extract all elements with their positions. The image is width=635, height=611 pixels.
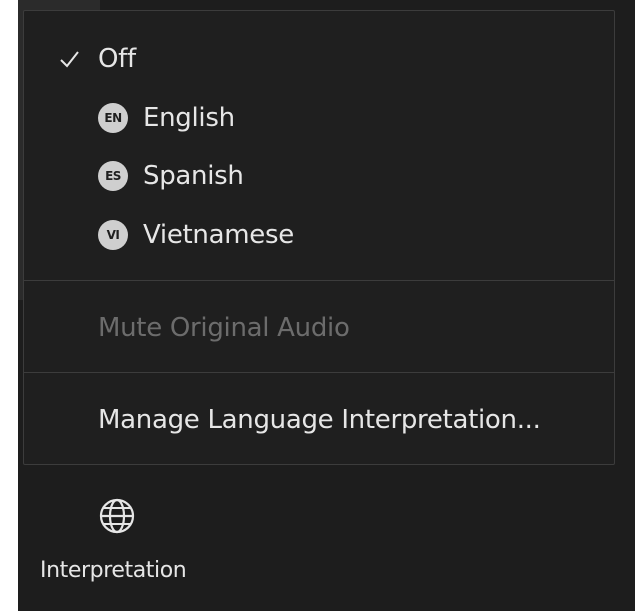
menu-item-label: Manage Language Interpretation... [98, 405, 541, 435]
language-badge: VI [98, 220, 128, 250]
menu-divider [24, 372, 614, 373]
menu-item-off[interactable]: Off [24, 34, 614, 84]
checkmark-icon [60, 51, 79, 68]
globe-icon [99, 498, 135, 534]
interpretation-button[interactable]: Interpretation [40, 488, 212, 598]
menu-item-english[interactable]: EN English [24, 93, 614, 143]
language-badge: ES [98, 161, 128, 191]
interpretation-label: Interpretation [40, 558, 187, 583]
menu-divider [24, 280, 614, 281]
language-badge: EN [98, 103, 128, 133]
menu-item-label: Spanish [143, 161, 244, 191]
menu-item-label: English [143, 103, 235, 133]
menu-item-spanish[interactable]: ES Spanish [24, 151, 614, 201]
menu-item-label: Vietnamese [143, 220, 294, 250]
menu-item-vietnamese[interactable]: VI Vietnamese [24, 210, 614, 260]
menu-item-mute-original-audio: Mute Original Audio [24, 303, 614, 353]
menu-item-manage-language-interpretation[interactable]: Manage Language Interpretation... [24, 395, 614, 445]
interpretation-menu: Off EN English ES Spanish VI Vietnamese … [23, 10, 615, 465]
menu-item-label: Off [98, 44, 136, 74]
menu-item-label: Mute Original Audio [98, 313, 350, 343]
